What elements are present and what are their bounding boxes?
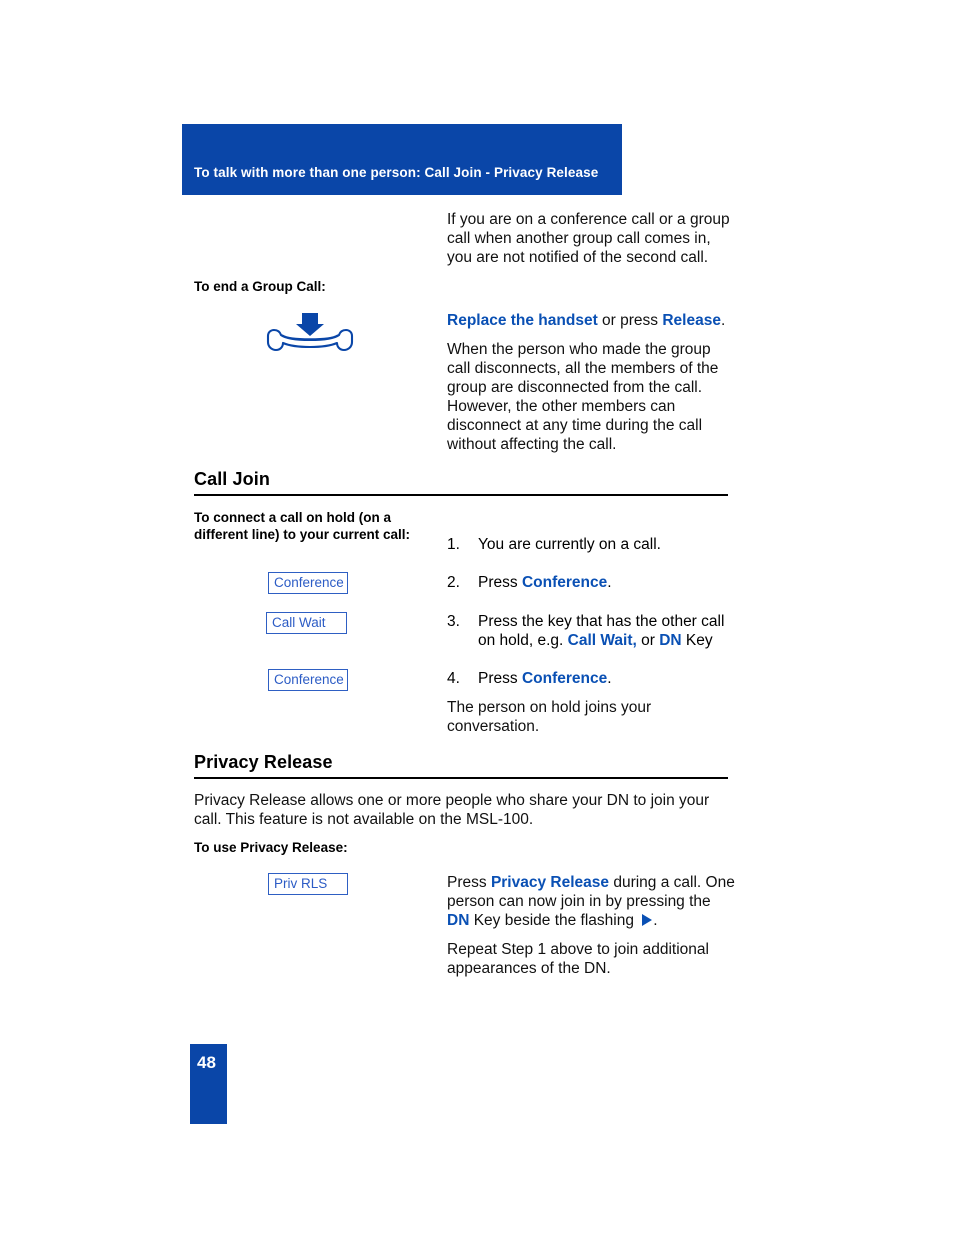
call-join-step-4: 4. Press Conference. bbox=[447, 669, 742, 688]
replace-handset-trailing: . bbox=[720, 312, 726, 329]
privacy-instruction-end: . bbox=[653, 912, 658, 929]
step-3-text: Press the key that has the other call on… bbox=[478, 612, 742, 650]
call-join-step-2: 2. Press Conference. bbox=[447, 573, 742, 592]
softkey-conference-1[interactable]: Conference bbox=[268, 572, 348, 594]
call-join-heading-text: Call Join bbox=[194, 469, 270, 489]
privacy-instruction-emphasis: Privacy Release bbox=[490, 874, 610, 891]
release-emphasis: Release bbox=[662, 312, 721, 329]
replace-handset-middle: or press bbox=[597, 312, 663, 329]
privacy-release-heading-text: Privacy Release bbox=[194, 752, 333, 772]
call-join-label: To connect a call on hold (on a differen… bbox=[194, 510, 411, 542]
end-group-call-label: To end a Group Call: bbox=[194, 279, 326, 294]
step-2-post: . bbox=[607, 574, 612, 591]
page-header-banner: To talk with more than one person: Call … bbox=[182, 124, 622, 195]
privacy-instruction-pre: Press bbox=[447, 874, 491, 891]
step-3-emphasis-dn: DN bbox=[659, 632, 682, 649]
document-page: To talk with more than one person: Call … bbox=[0, 0, 954, 1235]
privacy-release-instruction: Press Privacy Release during a call. One… bbox=[447, 873, 737, 930]
step-2-number: 2. bbox=[447, 574, 460, 591]
softkey-priv-rls[interactable]: Priv RLS bbox=[268, 873, 348, 895]
step-1-text: You are currently on a call. bbox=[478, 536, 661, 553]
privacy-instruction-post: Key beside the flashing bbox=[469, 912, 639, 929]
page-title: To talk with more than one person: Call … bbox=[194, 165, 599, 180]
step-2-text: Press Conference. bbox=[478, 573, 742, 592]
replace-handset-icon bbox=[262, 312, 358, 354]
use-privacy-release-label: To use Privacy Release: bbox=[194, 840, 348, 855]
privacy-release-heading-rule bbox=[194, 777, 728, 779]
page-number: 48 bbox=[197, 1053, 216, 1072]
flashing-triangle-icon bbox=[642, 914, 653, 926]
privacy-release-paragraph: Privacy Release allows one or more peopl… bbox=[194, 792, 710, 828]
step-1-number: 1. bbox=[447, 536, 460, 553]
step-4-emphasis: Conference bbox=[521, 670, 608, 687]
page-number-tab: 48 bbox=[190, 1044, 227, 1124]
replace-handset-instruction: Replace the handset or press Release. bbox=[447, 311, 737, 330]
softkey-call-wait[interactable]: Call Wait bbox=[266, 612, 347, 634]
call-join-section-heading: Call Join bbox=[194, 468, 728, 496]
step-3-mid: or bbox=[636, 632, 660, 649]
call-join-step-3: 3. Press the key that has the other call… bbox=[447, 612, 742, 650]
privacy-instruction-emphasis-dn: DN bbox=[447, 912, 470, 929]
softkey-conference-2[interactable]: Conference bbox=[268, 669, 348, 691]
step-2-pre: Press bbox=[478, 574, 522, 591]
step-2-emphasis: Conference bbox=[521, 574, 608, 591]
step-4-text: Press Conference. bbox=[478, 669, 742, 688]
step-4-number: 4. bbox=[447, 670, 460, 687]
privacy-release-section-heading: Privacy Release bbox=[194, 751, 728, 779]
replace-handset-emphasis: Replace the handset bbox=[447, 312, 598, 329]
call-join-closing-text: The person on hold joins your conversati… bbox=[447, 699, 652, 735]
step-3-emphasis-call-wait: Call Wait, bbox=[567, 632, 637, 649]
call-join-step-1: 1. You are currently on a call. bbox=[447, 535, 742, 554]
step-3-number: 3. bbox=[447, 613, 460, 630]
call-join-heading-rule bbox=[194, 494, 728, 496]
privacy-release-repeat-text: Repeat Step 1 above to join additional a… bbox=[447, 941, 709, 977]
step-4-post: . bbox=[607, 670, 612, 687]
step-3-post: Key bbox=[681, 632, 713, 649]
step-4-pre: Press bbox=[478, 670, 522, 687]
group-call-disconnect-paragraph: When the person who made the group call … bbox=[447, 341, 719, 453]
intro-paragraph: If you are on a conference call or a gro… bbox=[447, 211, 730, 266]
